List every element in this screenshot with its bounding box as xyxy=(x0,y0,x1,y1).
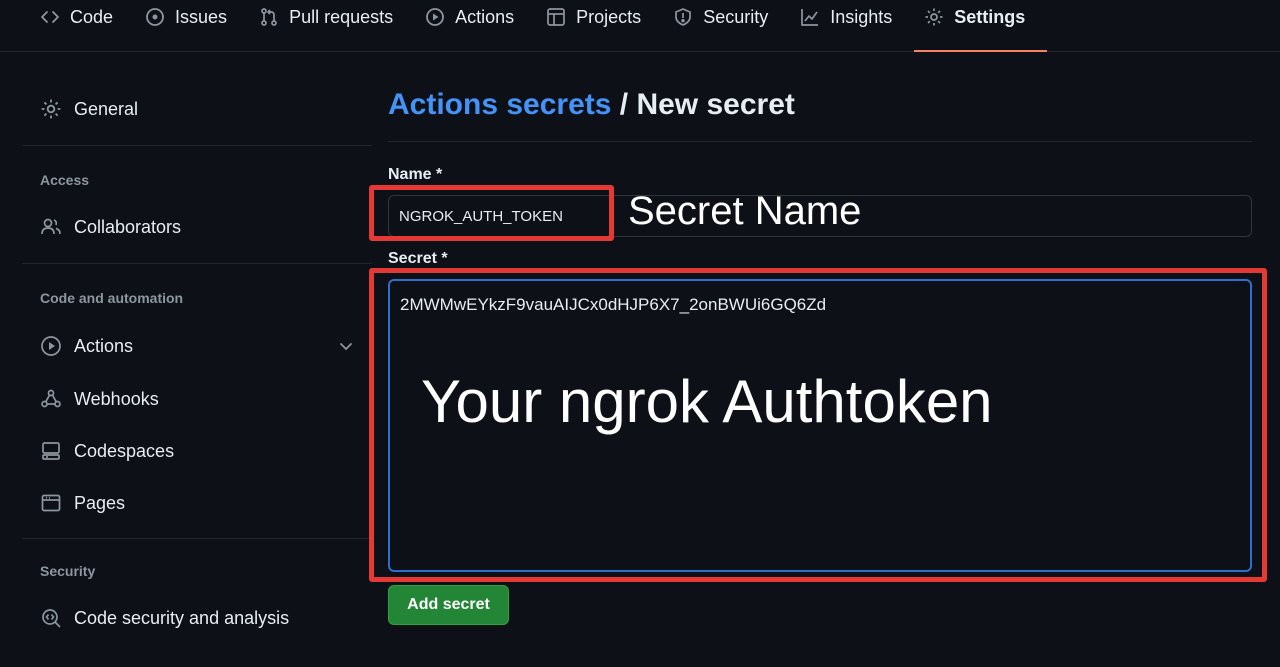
tab-label: Issues xyxy=(175,6,228,27)
sidebar-item-label: Codespaces xyxy=(74,440,175,461)
codespaces-icon xyxy=(40,440,62,462)
tab-label: Projects xyxy=(576,6,642,27)
browser-icon xyxy=(40,492,62,514)
sidebar-item-actions[interactable]: Actions xyxy=(22,322,372,370)
gear-icon xyxy=(924,7,944,27)
settings-sidebar: General Access Collaborators Code and au… xyxy=(22,52,372,642)
sidebar-item-label: Pages xyxy=(74,492,126,513)
tab-label: Pull requests xyxy=(289,6,394,27)
tab-pull-requests[interactable]: Pull requests xyxy=(259,0,409,44)
gear-icon xyxy=(40,98,62,120)
graph-icon xyxy=(800,7,820,27)
codescan-icon xyxy=(40,607,62,629)
name-highlight-box xyxy=(369,185,614,241)
sidebar-item-code-security[interactable]: Code security and analysis xyxy=(22,594,372,642)
name-callout-text: Secret Name xyxy=(628,189,862,233)
secret-field-label: Secret * xyxy=(388,250,448,267)
sidebar-heading-security: Security xyxy=(40,563,96,579)
issue-circle-icon xyxy=(145,7,165,27)
sidebar-heading-access: Access xyxy=(40,172,90,188)
tab-label: Security xyxy=(703,6,769,27)
secret-callout-text: Your ngrok Authtoken xyxy=(421,368,993,435)
sidebar-item-collaborators[interactable]: Collaborators xyxy=(22,203,372,251)
table-icon xyxy=(546,7,566,27)
sidebar-item-pages[interactable]: Pages xyxy=(22,479,372,527)
sidebar-item-label: General xyxy=(74,98,139,119)
breadcrumb-actions-secrets-link[interactable]: Actions secrets xyxy=(388,88,611,121)
chevron-down-icon[interactable] xyxy=(336,336,356,356)
tab-actions[interactable]: Actions xyxy=(425,0,530,44)
sidebar-item-codespaces[interactable]: Codespaces xyxy=(22,427,372,475)
tab-label: Code xyxy=(70,6,114,27)
sidebar-item-webhooks[interactable]: Webhooks xyxy=(22,375,372,423)
breadcrumb-current: New secret xyxy=(636,88,795,121)
sidebar-heading-code-automation: Code and automation xyxy=(40,290,184,306)
tab-label: Settings xyxy=(954,6,1026,27)
tab-security[interactable]: Security xyxy=(673,0,784,44)
tab-label: Insights xyxy=(830,6,893,27)
tab-projects[interactable]: Projects xyxy=(546,0,657,44)
name-field-label: Name * xyxy=(388,166,443,183)
tab-insights[interactable]: Insights xyxy=(800,0,908,44)
webhook-icon xyxy=(40,388,62,410)
people-icon xyxy=(40,216,62,238)
sidebar-item-general[interactable]: General xyxy=(22,85,372,133)
code-icon xyxy=(40,7,60,27)
git-pull-request-icon xyxy=(259,7,279,27)
page-title: Actions secrets / New secret xyxy=(388,88,795,122)
sidebar-item-label: Code security and analysis xyxy=(74,607,290,628)
repo-nav: Code Issues Pull requests Actions Projec… xyxy=(0,0,1280,52)
tab-label: Actions xyxy=(455,6,515,27)
add-secret-button[interactable]: Add secret xyxy=(388,585,509,625)
shield-icon xyxy=(673,7,693,27)
tab-settings[interactable]: Settings xyxy=(914,0,1048,52)
play-circle-icon xyxy=(425,7,445,27)
play-circle-icon xyxy=(40,335,62,357)
tab-issues[interactable]: Issues xyxy=(145,0,243,44)
tab-code[interactable]: Code xyxy=(40,0,129,44)
title-divider xyxy=(388,141,1252,142)
sidebar-item-label: Actions xyxy=(74,335,134,356)
sidebar-item-label: Collaborators xyxy=(74,216,182,237)
sidebar-item-label: Webhooks xyxy=(74,388,159,409)
breadcrumb-separator: / xyxy=(611,88,637,121)
